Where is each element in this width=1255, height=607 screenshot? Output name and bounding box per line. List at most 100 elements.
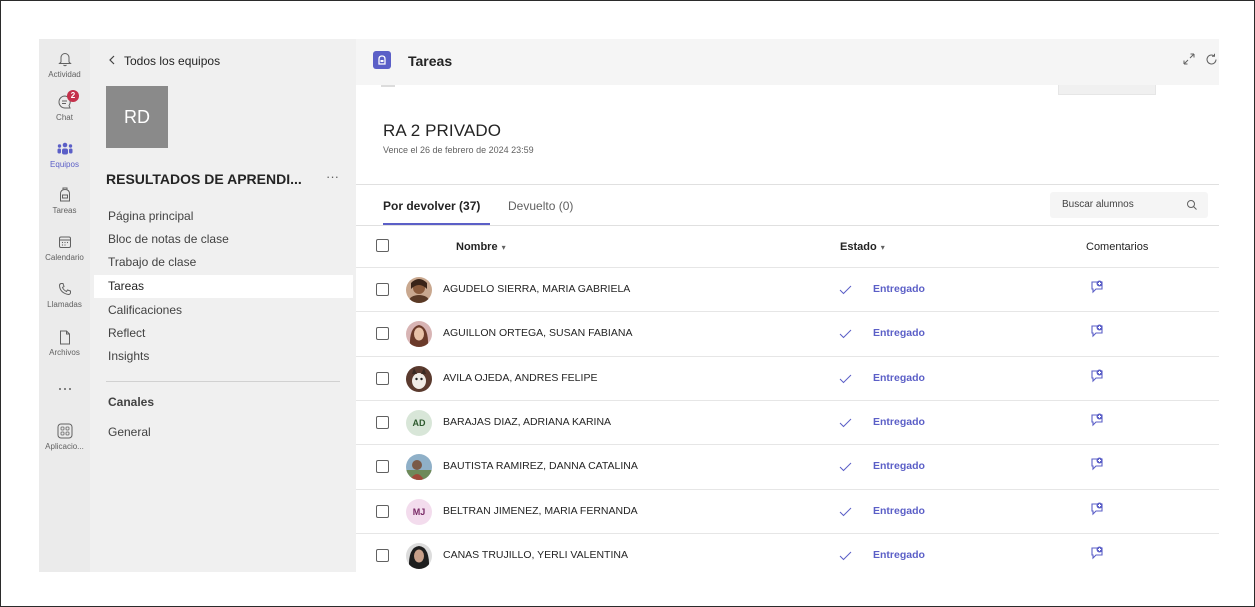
- submission-status: Entregado: [873, 415, 925, 428]
- team-nav-item[interactable]: Tareas: [94, 275, 353, 298]
- student-name[interactable]: AVILA OJEDA, ANDRES FELIPE: [443, 372, 597, 384]
- table-row[interactable]: MJ BELTRAN JIMENEZ, MARIA FERNANDA Entrega…: [356, 488, 1219, 533]
- assignment-title: RA 2 PRIVADO: [383, 121, 502, 140]
- app-bar-label: Aplicacio...: [45, 442, 84, 451]
- app-bar-item-tareas[interactable]: Tareas: [39, 185, 90, 215]
- student-name[interactable]: AGUILLON ORTEGA, SUSAN FABIANA: [443, 327, 632, 339]
- apps-icon: [39, 421, 90, 441]
- checkmark-icon: [839, 326, 852, 344]
- assignment-view: Tareas RA 2 PRIVADO Vence el 26 de febre…: [356, 39, 1219, 572]
- column-header-status[interactable]: Estado ▾: [840, 241, 885, 253]
- app-bar-item-llamadas[interactable]: Llamadas: [39, 279, 90, 309]
- back-to-teams-link[interactable]: Todos los equipos: [108, 54, 220, 68]
- submission-status: Entregado: [873, 327, 925, 340]
- app-bar-item-equipos[interactable]: Equipos: [39, 139, 90, 169]
- team-nav-item[interactable]: Trabajo de clase: [90, 251, 356, 274]
- row-checkbox[interactable]: [376, 548, 389, 562]
- tab-returned[interactable]: Devuelto (0): [508, 199, 573, 213]
- submission-status: Entregado: [873, 504, 925, 517]
- search-students-input[interactable]: Buscar alumnos: [1050, 192, 1208, 218]
- refresh-icon[interactable]: [1205, 53, 1218, 69]
- row-checkbox[interactable]: [376, 371, 389, 385]
- team-nav-item[interactable]: Calificaciones: [90, 299, 356, 322]
- app-bar-label: Actividad: [48, 70, 81, 79]
- checkmark-icon: [839, 459, 852, 477]
- student-name[interactable]: BARAJAS DIAZ, ADRIANA KARINA: [443, 416, 611, 428]
- channels-heading: Canales: [108, 395, 155, 409]
- divider: [356, 184, 1219, 185]
- checkmark-icon: [839, 548, 852, 566]
- avatar: [406, 542, 432, 569]
- app-bar-item-chat[interactable]: 2 Chat: [39, 90, 90, 122]
- team-nav-item[interactable]: Bloc de notas de clase: [90, 228, 356, 251]
- backpack-icon: [373, 51, 391, 69]
- partial-action-button[interactable]: [1058, 85, 1156, 95]
- row-checkbox[interactable]: [376, 504, 389, 518]
- row-checkbox[interactable]: [376, 327, 389, 341]
- student-name[interactable]: BELTRAN JIMENEZ, MARIA FERNANDA: [443, 505, 638, 517]
- backpack-icon: [39, 185, 90, 205]
- row-checkbox[interactable]: [376, 460, 389, 474]
- add-feedback-icon[interactable]: [1090, 502, 1104, 521]
- app-title: Tareas: [408, 53, 453, 69]
- student-name[interactable]: AGUDELO SIERRA, MARIA GABRIELA: [443, 283, 630, 295]
- app-bar-label: Tareas: [52, 206, 77, 215]
- row-checkbox[interactable]: [376, 415, 389, 429]
- partial-breadcrumb: [381, 85, 395, 87]
- checkmark-icon: [839, 415, 852, 433]
- tab-to-return[interactable]: Por devolver (37): [383, 199, 480, 213]
- add-feedback-icon[interactable]: [1090, 413, 1104, 432]
- table-row[interactable]: BAUTISTA RAMIREZ, DANNA CATALINA Entregad…: [356, 444, 1219, 488]
- back-label: Todos los equipos: [124, 54, 221, 68]
- team-more-options-button[interactable]: ···: [326, 169, 339, 184]
- app-bar-label: Chat: [56, 113, 73, 122]
- add-feedback-icon[interactable]: [1090, 369, 1104, 388]
- table-row[interactable]: AGUDELO SIERRA, MARIA GABRIELA Entregado: [356, 267, 1219, 311]
- add-feedback-icon[interactable]: [1090, 457, 1104, 476]
- column-header-feedback: Comentarios: [1086, 241, 1149, 253]
- unread-badge: 2: [67, 90, 79, 102]
- team-nav-item[interactable]: Reflect: [90, 322, 356, 345]
- add-feedback-icon[interactable]: [1090, 546, 1104, 565]
- checkmark-icon: [839, 504, 852, 522]
- submission-status: Entregado: [873, 283, 925, 295]
- team-name[interactable]: RESULTADOS DE APRENDI...: [106, 171, 302, 187]
- row-checkbox[interactable]: [376, 283, 389, 296]
- checkmark-icon: [839, 282, 852, 300]
- team-pane: Todos los equipos RD RESULTADOS DE APREN…: [90, 39, 356, 572]
- avatar: AD: [406, 409, 432, 436]
- app-bar-item-actividad[interactable]: Actividad: [39, 49, 90, 79]
- calendar-icon: [39, 232, 90, 252]
- student-name[interactable]: BAUTISTA RAMIREZ, DANNA CATALINA: [443, 460, 638, 472]
- avatar: [406, 365, 432, 392]
- add-feedback-icon[interactable]: [1090, 280, 1104, 299]
- avatar: [406, 321, 432, 348]
- column-header-name[interactable]: Nombre ▾: [456, 241, 506, 253]
- table-row[interactable]: CANAS TRUJILLO, YERLI VALENTINA Entregado: [356, 532, 1219, 577]
- team-nav-item[interactable]: Insights: [90, 345, 356, 368]
- app-bar-item-aplicacio[interactable]: Aplicacio...: [39, 421, 90, 451]
- app-bar-item-archivos[interactable]: Archivos: [39, 327, 90, 357]
- table-row[interactable]: AVILA OJEDA, ANDRES FELIPE Entregado: [356, 355, 1219, 400]
- expand-icon[interactable]: [1183, 53, 1195, 68]
- teams-icon: [39, 139, 90, 159]
- avatar: [406, 277, 432, 303]
- add-feedback-icon[interactable]: [1090, 324, 1104, 343]
- select-all-checkbox[interactable]: [376, 239, 389, 252]
- student-name[interactable]: CANAS TRUJILLO, YERLI VALENTINA: [443, 549, 628, 561]
- team-nav-item[interactable]: Página principal: [90, 205, 356, 228]
- assignment-due-date: Vence el 26 de febrero de 2024 23:59: [383, 145, 534, 155]
- submission-status: Entregado: [873, 371, 925, 384]
- phone-icon: [39, 279, 90, 299]
- nav-divider: [106, 381, 340, 382]
- sort-down-icon: ▾: [501, 243, 506, 252]
- checkmark-icon: [839, 371, 852, 389]
- channel-item[interactable]: General: [90, 421, 356, 444]
- avatar: MJ: [406, 498, 432, 525]
- search-icon[interactable]: [1186, 198, 1198, 216]
- app-header: Tareas: [356, 39, 1219, 85]
- app-bar-item-more[interactable]: [39, 379, 90, 399]
- table-row[interactable]: AGUILLON ORTEGA, SUSAN FABIANA Entregado: [356, 311, 1219, 355]
- app-bar-item-calendario[interactable]: Calendario: [39, 232, 90, 262]
- table-row[interactable]: AD BARAJAS DIAZ, ADRIANA KARINA Entregado: [356, 399, 1219, 444]
